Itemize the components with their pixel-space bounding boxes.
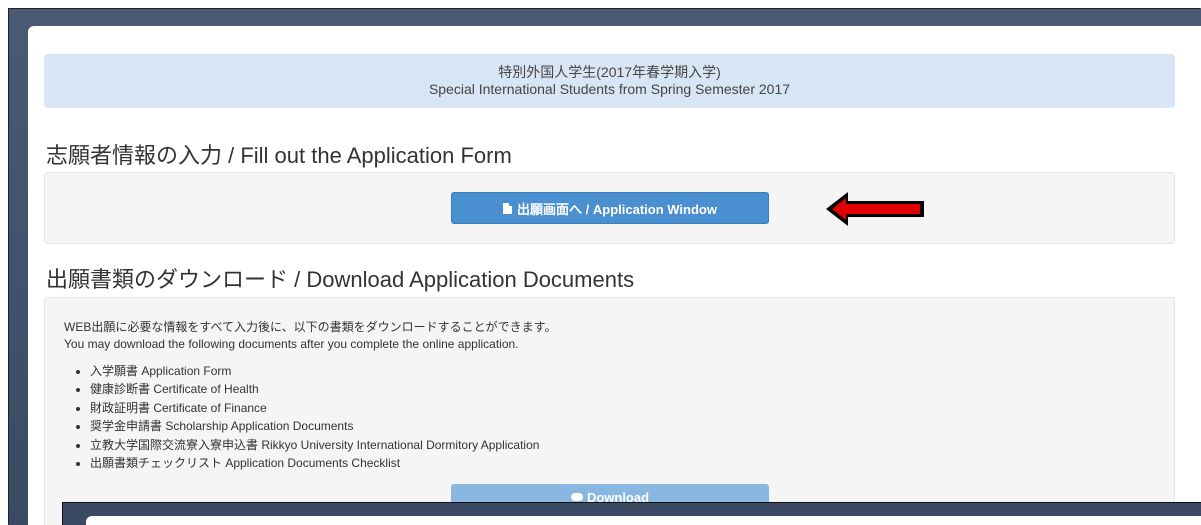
download-documents-heading: 出願書類のダウンロード / Download Application Docum… bbox=[46, 267, 635, 292]
document-list: 入学願書 Application Form 健康診断書 Certificate … bbox=[72, 362, 539, 472]
download-intro: WEB出願に必要な情報をすべて入力後に、以下の書類をダウンロードすることができま… bbox=[64, 319, 556, 353]
document-icon bbox=[503, 202, 513, 214]
cloud-download-icon bbox=[570, 493, 583, 501]
list-item: 立教大学国際交流寮入寮申込書 Rikkyo University Interna… bbox=[90, 436, 539, 454]
banner-title-en: Special International Students from Spri… bbox=[428, 81, 791, 97]
list-item: 出願書類チェックリスト Application Documents Checkl… bbox=[90, 454, 539, 472]
application-form-heading: 志願者情報の入力 / Fill out the Application Form bbox=[46, 143, 512, 168]
application-window-label: 出願画面へ / Application Window bbox=[517, 201, 717, 217]
download-intro-ja: WEB出願に必要な情報をすべて入力後に、以下の書類をダウンロードすることができま… bbox=[64, 320, 557, 334]
overlay-window-panel bbox=[86, 516, 1201, 525]
list-item: 奨学金申請書 Scholarship Application Documents bbox=[90, 417, 539, 435]
banner-title-ja: 特別外国人学生(2017年春学期入学) bbox=[498, 64, 721, 80]
application-window-button[interactable]: 出願画面へ / Application Window bbox=[451, 192, 769, 224]
list-item: 健康診断書 Certificate of Health bbox=[90, 380, 539, 398]
page-banner: 特別外国人学生(2017年春学期入学) Special Internationa… bbox=[44, 54, 1175, 108]
list-item: 財政証明書 Certificate of Finance bbox=[90, 399, 539, 417]
download-intro-en: You may download the following documents… bbox=[64, 337, 519, 351]
list-item: 入学願書 Application Form bbox=[90, 362, 539, 380]
red-arrow-left-icon bbox=[826, 192, 924, 226]
